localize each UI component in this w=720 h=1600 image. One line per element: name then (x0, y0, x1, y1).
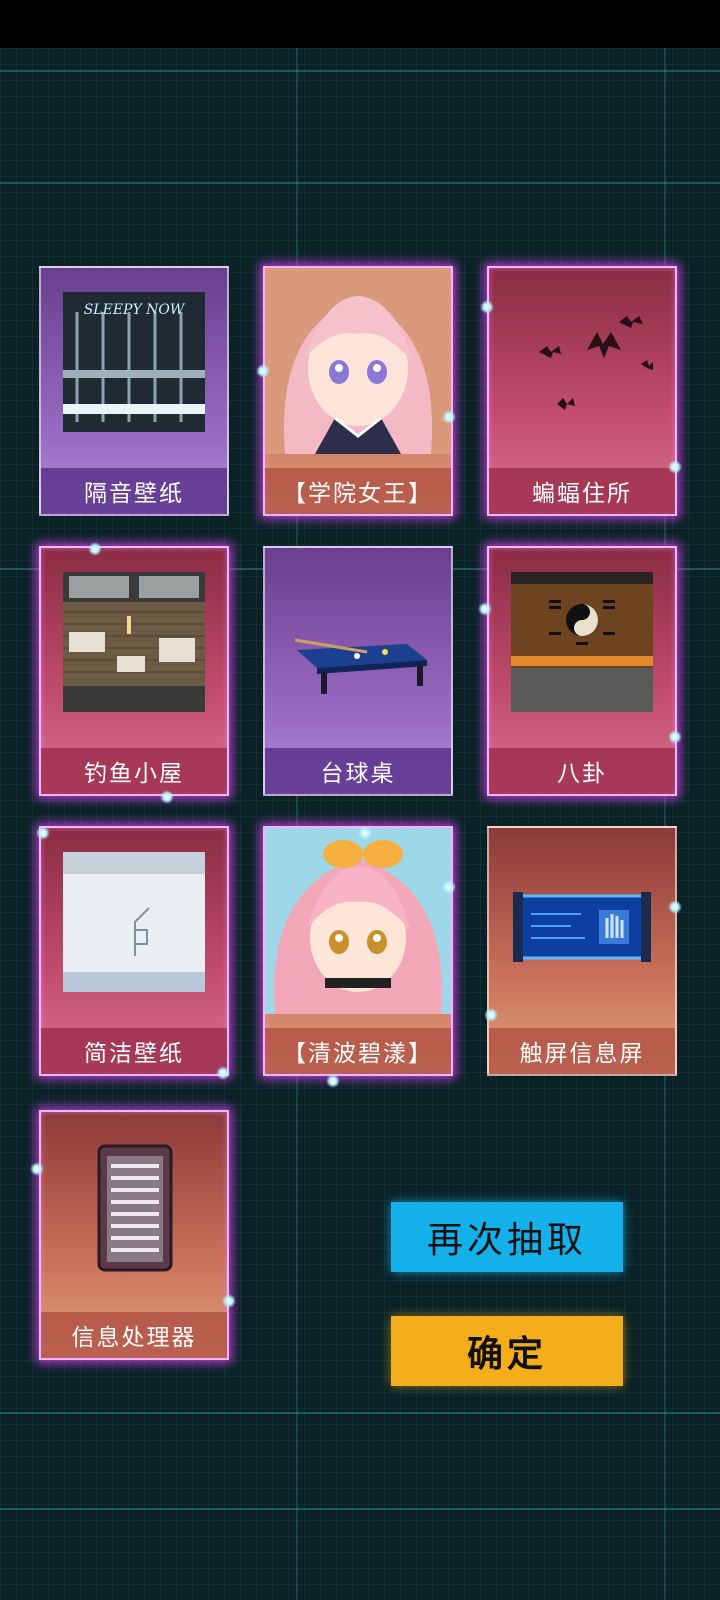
reward-card-clear-waves[interactable]: 【清波碧漾】 (263, 826, 453, 1076)
sparkle-effect (160, 790, 174, 804)
bagua-icon (511, 572, 653, 712)
fishing-hut-icon (63, 572, 205, 712)
sparkle-effect (484, 1008, 498, 1022)
sparkle-effect (478, 602, 492, 616)
card-label: 【学院女王】 (265, 468, 451, 514)
card-label: 隔音壁纸 (41, 468, 227, 514)
sparkle-effect (256, 364, 270, 378)
sparkle-effect (30, 1162, 44, 1176)
grid-line (0, 1412, 720, 1414)
card-label: 信息处理器 (41, 1312, 227, 1358)
grid-line (0, 1508, 720, 1510)
simple-wallpaper-icon (63, 852, 205, 992)
card-label: 简洁壁纸 (41, 1028, 227, 1074)
reward-card-info-processor[interactable]: 信息处理器 (39, 1110, 229, 1360)
reward-card-pool-table[interactable]: 台球桌 (263, 546, 453, 796)
sparkle-effect (668, 730, 682, 744)
touch-screen-icon (513, 892, 651, 962)
sparkle-effect (668, 900, 682, 914)
sparkle-effect (216, 1066, 230, 1080)
sparkle-effect (442, 410, 456, 424)
sparkle-effect (222, 1294, 236, 1308)
neon-sign-text: SLEEPY NOW (84, 302, 186, 318)
sparkle-effect (358, 826, 372, 840)
reward-card-simple-wallpaper[interactable]: 简洁壁纸 (39, 826, 229, 1076)
reward-card-academy-queen[interactable]: 【学院女王】 (263, 266, 453, 516)
card-label: 触屏信息屏 (489, 1028, 675, 1074)
sparkle-effect (442, 880, 456, 894)
soundproof-wallpaper-icon: SLEEPY NOW (63, 292, 205, 432)
reward-card-bat-residence[interactable]: 蝙蝠住所 (487, 266, 677, 516)
sparkle-effect (88, 542, 102, 556)
grid-line (0, 70, 720, 72)
status-bar (0, 0, 720, 48)
card-label: 【清波碧漾】 (265, 1028, 451, 1074)
grid-line (0, 182, 720, 184)
swimsuit-girl-portrait (265, 828, 451, 1014)
confirm-button[interactable]: 确定 (391, 1316, 623, 1386)
reward-card-fishing-hut[interactable]: 钓鱼小屋 (39, 546, 229, 796)
card-label: 钓鱼小屋 (41, 748, 227, 794)
sparkle-effect (36, 826, 50, 840)
bats-icon (539, 316, 653, 410)
pink-hair-girl-portrait (265, 268, 451, 454)
reward-card-soundproof-wallpaper[interactable]: SLEEPY NOW 隔音壁纸 (39, 266, 229, 516)
sparkle-effect (668, 460, 682, 474)
pool-table-icon (294, 638, 427, 694)
sparkle-effect (326, 1074, 340, 1088)
card-label: 台球桌 (265, 748, 451, 794)
sparkle-effect (480, 300, 494, 314)
reward-card-touch-screen[interactable]: 触屏信息屏 (487, 826, 677, 1076)
draw-again-button[interactable]: 再次抽取 (391, 1202, 623, 1272)
card-label: 八卦 (489, 748, 675, 794)
reward-card-bagua[interactable]: 八卦 (487, 546, 677, 796)
server-rack-icon (97, 1144, 173, 1272)
card-label: 蝙蝠住所 (489, 468, 675, 514)
